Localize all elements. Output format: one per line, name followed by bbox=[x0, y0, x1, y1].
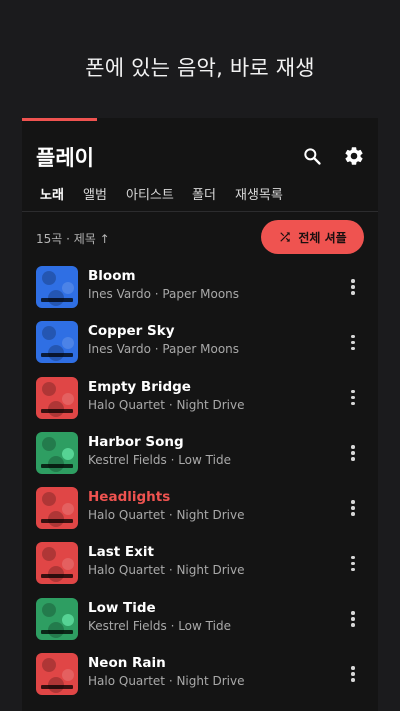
song-more-button[interactable] bbox=[342, 606, 364, 632]
album-art bbox=[36, 597, 78, 640]
album-art bbox=[36, 266, 78, 308]
song-more-button[interactable] bbox=[342, 274, 364, 300]
song-row[interactable]: Headlights Halo Quartet · Night Drive bbox=[22, 487, 378, 542]
song-artist-album: Kestrel Fields · Low Tide bbox=[88, 618, 231, 633]
more-vertical-icon bbox=[351, 445, 355, 449]
shuffle-all-label: 전체 셔플 bbox=[298, 230, 347, 245]
song-title: Neon Rain bbox=[88, 655, 166, 672]
song-artist-album: Kestrel Fields · Low Tide bbox=[88, 452, 231, 467]
accent-bar bbox=[22, 118, 97, 121]
search-icon bbox=[304, 148, 321, 165]
more-vertical-icon bbox=[351, 555, 355, 560]
tab-folders[interactable]: 폴더 bbox=[192, 184, 216, 203]
sort-selector[interactable]: 15곡 · 제목 ↑ bbox=[36, 230, 110, 247]
more-vertical-icon bbox=[351, 500, 355, 504]
song-list: Bloom Ines Vardo · Paper Moons Copper Sky I… bbox=[22, 266, 378, 708]
song-artist-album: Halo Quartet · Night Drive bbox=[88, 563, 245, 578]
tab-playlists[interactable]: 재생목록 bbox=[235, 184, 283, 203]
song-title: Bloom bbox=[88, 268, 136, 284]
song-more-button[interactable] bbox=[342, 440, 364, 466]
song-title: Harbor Song bbox=[88, 433, 184, 450]
song-row[interactable]: Low Tide Kestrel Fields · Low Tide bbox=[22, 597, 378, 653]
song-more-button[interactable] bbox=[342, 385, 364, 411]
song-row[interactable]: Copper Sky Ines Vardo · Paper Moons bbox=[22, 321, 378, 376]
more-vertical-icon bbox=[351, 611, 355, 615]
song-title: Headlights bbox=[88, 489, 171, 506]
album-art bbox=[36, 431, 78, 474]
music-app-screen: 플레이 노래 앨범 아티스트 폴더 재생목록 15곡 · 제목 ↑ 전체 셔플 … bbox=[22, 118, 378, 711]
song-more-button[interactable] bbox=[342, 661, 364, 687]
promo-headline: 폰에 있는 음악, 바로 재생 bbox=[85, 56, 315, 80]
song-artist-album: Halo Quartet · Night Drive bbox=[88, 674, 245, 689]
tab-albums[interactable]: 앨범 bbox=[83, 184, 107, 203]
song-more-button[interactable] bbox=[342, 550, 364, 576]
song-artist-album: Halo Quartet · Night Drive bbox=[88, 397, 245, 412]
gear-icon bbox=[345, 147, 363, 165]
song-artist-album: Ines Vardo · Paper Moons bbox=[88, 287, 240, 301]
album-art bbox=[36, 376, 78, 419]
shuffle-all-button[interactable]: 전체 셔플 bbox=[261, 220, 364, 254]
song-more-button[interactable] bbox=[342, 329, 364, 355]
library-tabs: 노래 앨범 아티스트 폴더 재생목록 bbox=[22, 182, 378, 212]
song-row[interactable]: Bloom Ines Vardo · Paper Moons bbox=[22, 266, 378, 321]
album-art bbox=[36, 542, 78, 585]
settings-button[interactable] bbox=[340, 142, 368, 170]
song-row[interactable]: Last Exit Halo Quartet · Night Drive bbox=[22, 542, 378, 597]
song-title: Empty Bridge bbox=[88, 378, 191, 395]
song-more-button[interactable] bbox=[342, 495, 364, 521]
shuffle-icon bbox=[280, 232, 290, 242]
song-row[interactable]: Harbor Song Kestrel Fields · Low Tide bbox=[22, 431, 378, 487]
album-art bbox=[36, 487, 78, 530]
more-vertical-icon bbox=[351, 389, 355, 394]
tab-songs[interactable]: 노래 bbox=[40, 184, 64, 203]
album-art bbox=[36, 321, 78, 364]
album-art bbox=[36, 653, 78, 696]
song-row[interactable]: Empty Bridge Halo Quartet · Night Drive bbox=[22, 376, 378, 432]
more-vertical-icon bbox=[351, 334, 355, 339]
page-title: 플레이 bbox=[36, 146, 94, 170]
song-artist-album: Ines Vardo · Paper Moons bbox=[88, 342, 240, 357]
more-vertical-icon bbox=[351, 666, 355, 670]
song-row[interactable]: Neon Rain Halo Quartet · Night Drive bbox=[22, 653, 378, 708]
song-artist-album: Halo Quartet · Night Drive bbox=[88, 508, 245, 523]
more-vertical-icon bbox=[351, 279, 355, 283]
search-button[interactable] bbox=[298, 142, 326, 170]
song-title: Last Exit bbox=[88, 544, 154, 561]
song-title: Copper Sky bbox=[88, 323, 175, 340]
tab-artists[interactable]: 아티스트 bbox=[126, 184, 174, 203]
song-title: Low Tide bbox=[88, 599, 156, 616]
